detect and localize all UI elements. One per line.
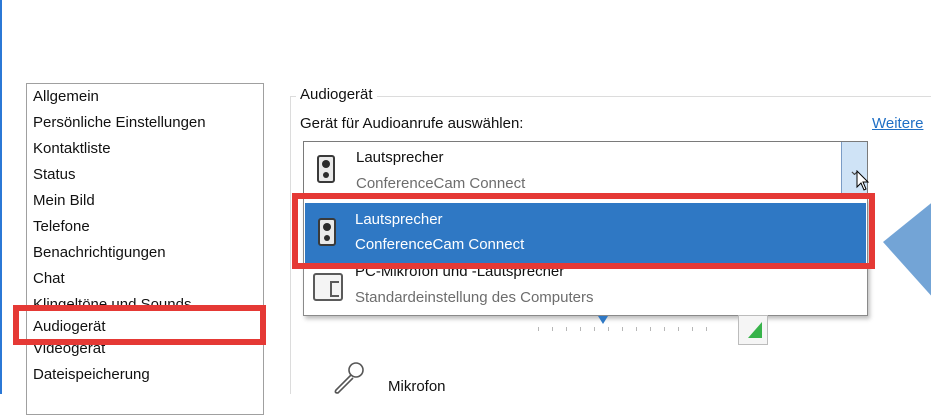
sidebar-item-status[interactable]: Status	[27, 162, 263, 188]
option-device-detail: Standardeinstellung des Computers	[355, 289, 594, 306]
sidebar-item-chat[interactable]: Chat	[27, 266, 263, 292]
combo-device-name: Lautsprecher	[356, 149, 444, 166]
pc-speaker-icon	[313, 273, 343, 301]
sidebar-item-klingeltoene[interactable]: Klingeltöne und Sounds	[27, 292, 263, 309]
callout-pointer	[883, 200, 931, 300]
sidebar-item-benachrichtigungen[interactable]: Benachrichtigungen	[27, 240, 263, 266]
volume-slider-thumb[interactable]	[598, 316, 608, 324]
dropdown-option-lautsprecher[interactable]: Lautsprecher ConferenceCam Connect	[305, 203, 866, 263]
window-accent-edge	[0, 0, 2, 394]
more-options-link[interactable]: Weitere	[872, 115, 923, 132]
microphone-label: Mikrofon	[388, 378, 446, 395]
mouse-cursor-icon	[856, 170, 870, 191]
group-title: Audiogerät	[296, 86, 377, 103]
speaker-device-icon	[317, 155, 335, 183]
option-device-name: Lautsprecher	[355, 211, 443, 228]
sidebar-item-audiogeraet[interactable]: Audiogerät	[27, 309, 263, 344]
sidebar-item-videogeraet[interactable]: Videogerät	[27, 344, 263, 362]
volume-slider-track[interactable]	[538, 327, 718, 331]
option-device-name: PC-Mikrofon und -Lautsprecher	[355, 263, 565, 280]
group-border-top	[290, 96, 931, 97]
combo-device-detail: ConferenceCam Connect	[356, 175, 526, 192]
options-category-list[interactable]: Allgemein Persönliche Einstellungen Kont…	[26, 83, 264, 415]
test-audio-play-button[interactable]	[738, 315, 768, 345]
audio-device-combobox[interactable]: Lautsprecher ConferenceCam Connect ⌄	[303, 141, 868, 199]
group-border-left	[290, 96, 291, 394]
sidebar-item-allgemein[interactable]: Allgemein	[27, 84, 263, 110]
sidebar-item-telefone[interactable]: Telefone	[27, 214, 263, 240]
sidebar-item-dateispeicherung[interactable]: Dateispeicherung	[27, 362, 263, 388]
sidebar-item-kontaktliste[interactable]: Kontaktliste	[27, 136, 263, 162]
microphone-icon	[334, 362, 364, 394]
option-device-detail: ConferenceCam Connect	[355, 236, 525, 253]
sidebar-item-mein-bild[interactable]: Mein Bild	[27, 188, 263, 214]
audio-device-dropdown-list[interactable]: Lautsprecher ConferenceCam Connect PC-Mi…	[303, 198, 868, 316]
speaker-device-icon	[318, 218, 336, 246]
dropdown-option-pc-mikrofon[interactable]: PC-Mikrofon und -Lautsprecher Standardei…	[305, 263, 866, 313]
device-select-label: Gerät für Audioanrufe auswählen:	[300, 115, 524, 132]
sidebar-item-persoenliche-einstellungen[interactable]: Persönliche Einstellungen	[27, 110, 263, 136]
